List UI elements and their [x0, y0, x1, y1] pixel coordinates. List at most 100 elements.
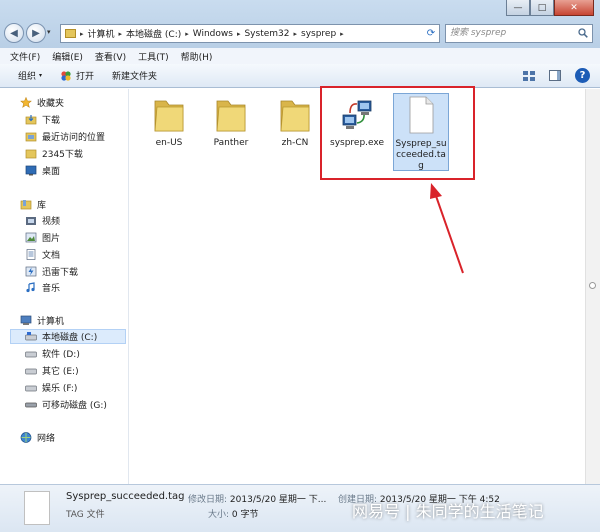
folder-icon	[25, 149, 37, 159]
library-icon	[20, 200, 32, 210]
modified-value: 2013/5/20 星期一 下...	[229, 495, 327, 505]
sidebar-group-libraries[interactable]: 库	[20, 197, 46, 212]
menu-tools[interactable]: 工具(T)	[138, 50, 169, 63]
preview-pane-icon[interactable]	[549, 70, 561, 81]
drive-icon	[25, 351, 37, 358]
sidebar-group-network[interactable]: 网络	[20, 430, 55, 445]
breadcrumb-drive-c[interactable]: 本地磁盘 (C:)	[126, 27, 181, 40]
breadcrumb-windows[interactable]: Windows	[193, 29, 233, 39]
folder-panther[interactable]: Panther	[202, 95, 260, 149]
star-icon	[20, 97, 32, 108]
sidebar-group-label: 库	[37, 201, 47, 211]
selected-file-type: TAG 文件	[66, 510, 105, 520]
address-bar[interactable]: ▸ 计算机 ▸ 本地磁盘 (C:) ▸ Windows ▸ System32 ▸…	[60, 24, 440, 43]
menu-view[interactable]: 查看(V)	[95, 50, 126, 63]
file-list: en-US Panther zh-CN sysprep.exe Sysprep_…	[130, 89, 585, 484]
video-icon	[26, 217, 36, 225]
forward-button[interactable]: ▶	[26, 23, 46, 43]
sidebar-item-label: 文档	[42, 251, 61, 261]
sidebar-item-label: 迅雷下载	[42, 268, 79, 278]
sidebar-item-label: 可移动磁盘 (G:)	[42, 401, 107, 411]
sidebar-group-favorites[interactable]: 收藏夹	[20, 95, 64, 110]
breadcrumb-separator: ▸	[185, 29, 189, 38]
sysprep-exe-icon	[342, 100, 372, 129]
change-view-icon[interactable]	[523, 70, 535, 81]
open-label: 打开	[76, 72, 95, 82]
search-icon[interactable]	[578, 28, 588, 38]
recent-pages-dropdown[interactable]: ▾	[47, 28, 51, 36]
back-button[interactable]: ◀	[4, 23, 24, 43]
open-button[interactable]: 打开	[60, 69, 94, 82]
file-label: Panther	[213, 138, 249, 148]
search-input[interactable]: 搜索 sysprep	[445, 24, 593, 43]
desktop-icon	[25, 165, 37, 176]
breadcrumb-sysprep[interactable]: sysprep	[301, 29, 336, 39]
folder-icon	[154, 100, 184, 132]
file-icon	[409, 96, 434, 134]
scroll-indicator	[589, 282, 596, 289]
sidebar-item-drive-e[interactable]: 其它 (E:)	[25, 363, 79, 378]
breadcrumb-computer[interactable]: 计算机	[88, 27, 115, 40]
chevron-down-icon: ▾	[39, 72, 43, 79]
sidebar-group-label: 网络	[37, 434, 56, 444]
size-value: 0 字节	[231, 510, 259, 520]
folder-zh-cn[interactable]: zh-CN	[266, 95, 324, 149]
sidebar-item-label: 下载	[42, 116, 61, 126]
sidebar-item-downloads[interactable]: 下载	[25, 112, 60, 127]
modified-date: 修改日期: 2013/5/20 星期一 下...	[188, 492, 326, 505]
file-label: sysprep.exe	[330, 138, 384, 148]
close-button[interactable]: ✕	[554, 0, 594, 16]
sidebar-item-pictures[interactable]: 图片	[25, 230, 60, 245]
sidebar-item-recent-places[interactable]: 最近访问的位置	[25, 129, 105, 144]
menu-edit[interactable]: 编辑(E)	[52, 50, 83, 63]
sidebar-item-drive-d[interactable]: 软件 (D:)	[25, 346, 80, 361]
view-controls: ?	[523, 68, 590, 83]
maximize-button[interactable]: □	[530, 0, 554, 16]
recent-places-icon	[25, 132, 37, 142]
menu-file[interactable]: 文件(F)	[10, 50, 40, 63]
search-placeholder: 搜索 sysprep	[450, 28, 507, 38]
folder-icon	[65, 29, 76, 38]
refresh-icon[interactable]: ⟳	[422, 24, 440, 43]
breadcrumb-separator: ▸	[293, 29, 297, 38]
system-drive-icon	[25, 332, 37, 341]
help-icon[interactable]: ?	[575, 68, 590, 83]
sidebar-item-drive-f[interactable]: 娱乐 (F:)	[25, 380, 77, 395]
organize-button[interactable]: 组织 ▾	[18, 69, 42, 82]
sidebar-item-label: 娱乐 (F:)	[42, 384, 78, 394]
downloads-icon	[25, 115, 37, 125]
sidebar-item-label: 桌面	[42, 167, 61, 177]
drive-icon	[25, 385, 37, 392]
sidebar-item-thunder-downloads[interactable]: 迅雷下载	[25, 264, 78, 279]
sidebar-group-label: 计算机	[37, 317, 65, 327]
sidebar-item-drive-c[interactable]: 本地磁盘 (C:)	[10, 329, 126, 344]
sidebar-item-videos[interactable]: 视频	[25, 213, 60, 228]
network-icon	[20, 432, 32, 443]
new-folder-button[interactable]: 新建文件夹	[112, 69, 157, 82]
sidebar-item-label: 2345下载	[42, 150, 83, 160]
navigation-pane: 收藏夹 下载 最近访问的位置 2345下载 桌面 库 视频 图片 文档 迅雷下载…	[0, 89, 129, 484]
sidebar-group-label: 收藏夹	[37, 99, 65, 109]
file-label: zh-CN	[281, 138, 309, 148]
sidebar-item-label: 视频	[42, 217, 61, 227]
sidebar-item-documents[interactable]: 文档	[25, 247, 60, 262]
sidebar-group-computer[interactable]: 计算机	[20, 313, 64, 328]
drive-icon	[25, 368, 37, 375]
window-controls: — □ ✕	[506, 0, 594, 16]
minimize-button[interactable]: —	[506, 0, 530, 16]
folder-en-us[interactable]: en-US	[140, 95, 198, 149]
breadcrumb-separator: ▸	[340, 29, 344, 38]
sidebar-item-label: 图片	[42, 234, 61, 244]
menu-help[interactable]: 帮助(H)	[181, 50, 213, 63]
file-sysprep-succeeded-tag[interactable]: Sysprep_succeeded.tag	[393, 93, 449, 171]
file-label: en-US	[155, 138, 183, 148]
file-sysprep-exe[interactable]: sysprep.exe	[328, 95, 386, 149]
sidebar-item-music[interactable]: 音乐	[25, 280, 60, 295]
sidebar-item-label: 最近访问的位置	[42, 133, 106, 143]
sidebar-item-2345-downloads[interactable]: 2345下载	[25, 146, 83, 161]
breadcrumb-separator: ▸	[80, 29, 84, 38]
sidebar-item-drive-g[interactable]: 可移动磁盘 (G:)	[25, 397, 107, 412]
breadcrumb-system32[interactable]: System32	[244, 29, 289, 39]
selected-file-name: Sysprep_succeeded.tag	[66, 491, 185, 502]
sidebar-item-desktop[interactable]: 桌面	[25, 163, 60, 178]
